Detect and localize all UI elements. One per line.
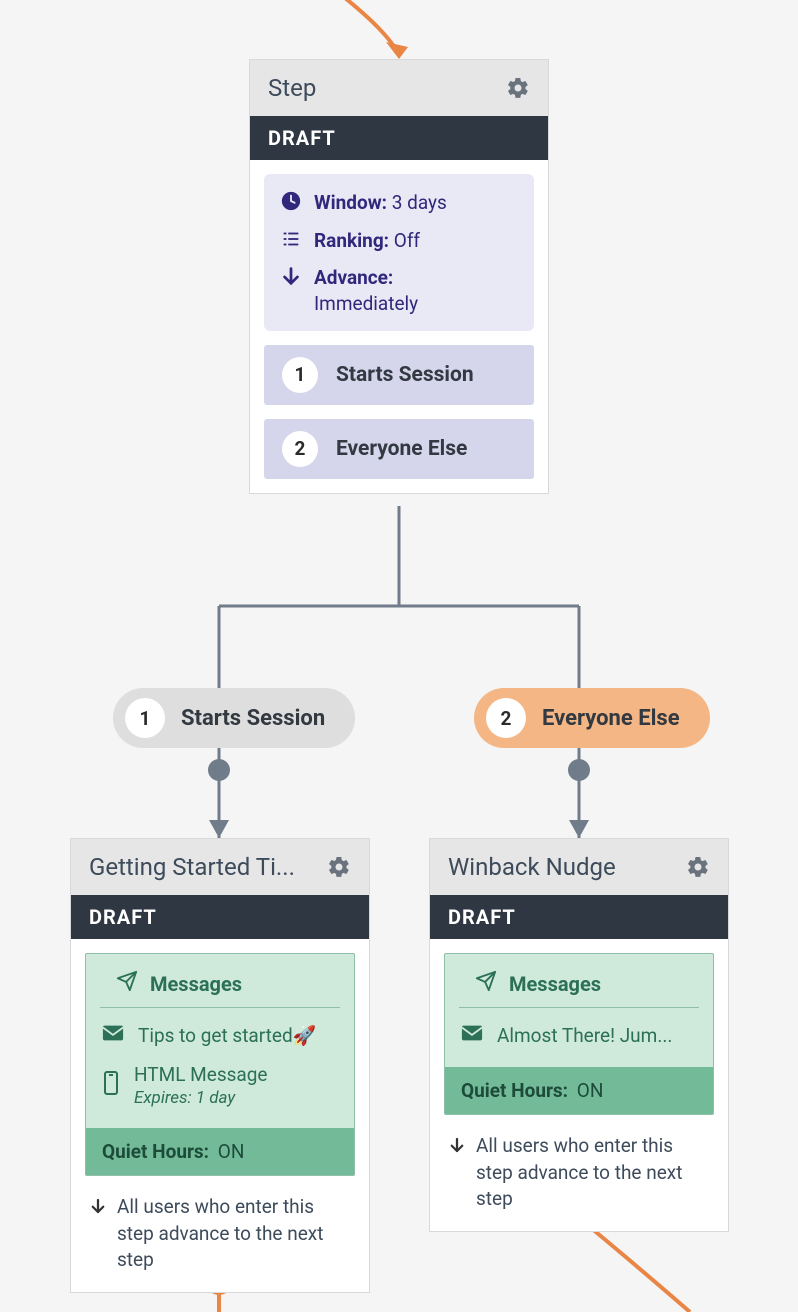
ranking-row: Ranking: Off (280, 228, 518, 254)
winback-status: DRAFT (430, 895, 728, 939)
option-label-1: Starts Session (336, 363, 474, 387)
messages-list-right: Almost There! Jum... (445, 1008, 713, 1067)
advance-row: Advance: Immediately (280, 265, 518, 316)
message-label: Tips to get started🚀 (138, 1024, 316, 1047)
envelope-icon (102, 1024, 124, 1047)
advance-text: Advance: Immediately (314, 265, 518, 316)
branch-badge-2: 2 (486, 698, 526, 738)
message-item[interactable]: Tips to get started🚀 (102, 1016, 338, 1055)
branch-pill-2[interactable]: 2 Everyone Else (474, 688, 710, 748)
winback-title: Winback Nudge (448, 853, 616, 881)
step-option-2[interactable]: 2 Everyone Else (264, 419, 534, 479)
branch-label-2: Everyone Else (542, 706, 680, 731)
messages-list-left: Tips to get started🚀 HTML Message Expire… (86, 1008, 354, 1128)
step-title: Step (268, 74, 316, 102)
step-status-label: DRAFT (268, 126, 336, 150)
clock-icon (280, 190, 302, 212)
messages-header-left: Messages (100, 958, 340, 1008)
message-expires: Expires: 1 day (134, 1088, 268, 1108)
ranking-text: Ranking: Off (314, 228, 518, 254)
paper-plane-icon (475, 970, 497, 997)
winback-card[interactable]: Winback Nudge DRAFT Messages Almost Ther… (429, 838, 729, 1232)
option-label-2: Everyone Else (336, 437, 467, 461)
advance-note-left: All users who enter this step advance to… (71, 1190, 369, 1292)
step-card-header: Step (250, 60, 548, 116)
gear-icon[interactable] (686, 855, 710, 879)
step-status-bar: DRAFT (250, 116, 548, 160)
getting-started-status: DRAFT (71, 895, 369, 939)
advance-note-right: All users who enter this step advance to… (430, 1129, 728, 1231)
branch-pill-1[interactable]: 1 Starts Session (113, 688, 355, 748)
message-label: Almost There! Jum... (497, 1024, 672, 1047)
getting-started-card[interactable]: Getting Started Ti... DRAFT Messages Tip… (70, 838, 370, 1293)
getting-started-header: Getting Started Ti... (71, 839, 369, 895)
option-badge-1: 1 (282, 357, 318, 393)
arrow-down-icon (89, 1196, 107, 1223)
messages-header-right: Messages (459, 958, 699, 1008)
phone-icon (102, 1071, 120, 1100)
winback-header: Winback Nudge (430, 839, 728, 895)
arrow-down-icon (280, 265, 302, 287)
messages-panel-right: Messages Almost There! Jum... Quiet Hour… (444, 953, 714, 1115)
branch-label-1: Starts Session (181, 706, 325, 731)
option-badge-2: 2 (282, 431, 318, 467)
message-item[interactable]: Almost There! Jum... (461, 1016, 697, 1055)
ranking-icon (280, 228, 302, 250)
gear-icon[interactable] (327, 855, 351, 879)
branch-badge-1: 1 (125, 698, 165, 738)
gear-icon[interactable] (506, 76, 530, 100)
step-option-1[interactable]: 1 Starts Session (264, 345, 534, 405)
window-text: Window: 3 days (314, 190, 518, 216)
message-label: HTML Message (134, 1063, 268, 1086)
quiet-hours-left: Quiet Hours: ON (86, 1128, 354, 1175)
step-info-panel: Window: 3 days Ranking: Off Advance: Imm… (264, 174, 534, 331)
step-card[interactable]: Step DRAFT Window: 3 days Ranking: Off (249, 59, 549, 494)
arrow-down-icon (448, 1135, 466, 1162)
window-row: Window: 3 days (280, 190, 518, 216)
quiet-hours-right: Quiet Hours: ON (445, 1067, 713, 1114)
paper-plane-icon (116, 970, 138, 997)
envelope-icon (461, 1024, 483, 1047)
message-item[interactable]: HTML Message Expires: 1 day (102, 1055, 338, 1116)
getting-started-title: Getting Started Ti... (89, 853, 295, 881)
messages-panel-left: Messages Tips to get started🚀 HTML Messa… (85, 953, 355, 1176)
